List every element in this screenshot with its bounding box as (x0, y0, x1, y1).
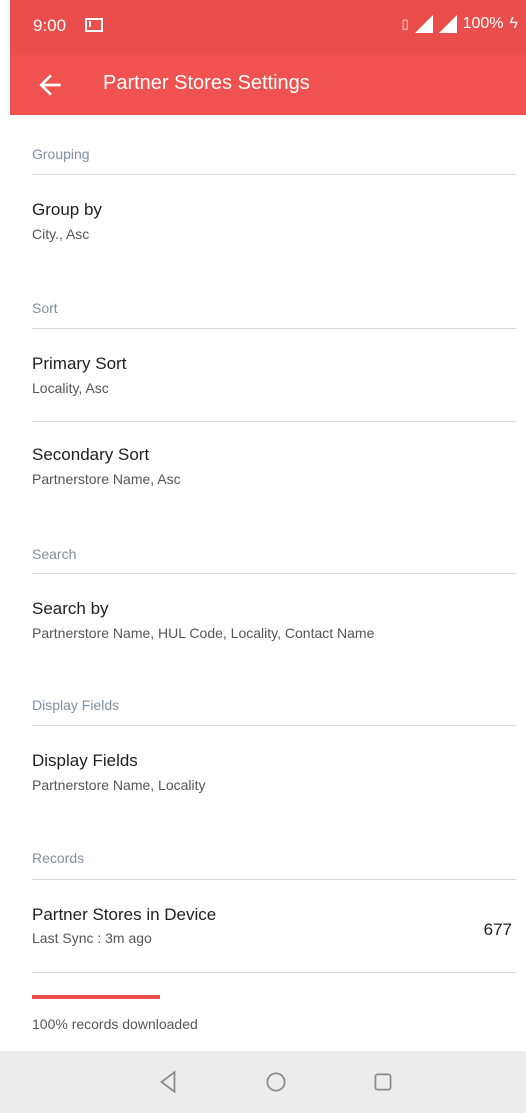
system-nav-bar (0, 1051, 526, 1113)
app-bar: Partner Stores Settings (10, 55, 526, 115)
arrow-left-icon[interactable] (34, 69, 66, 101)
divider (32, 879, 516, 880)
divider (32, 328, 516, 329)
divider (32, 573, 516, 574)
item-subtitle: City., Asc (32, 226, 90, 242)
status-indicators: ▯ 100% ϟ (401, 15, 518, 33)
divider (32, 725, 516, 726)
section-header-grouping: Grouping (32, 146, 90, 162)
item-title: Search by (32, 599, 109, 618)
status-bar: 9:00 ▯ 100% ϟ (10, 0, 526, 55)
section-header-search: Search (32, 546, 77, 562)
divider (32, 421, 516, 422)
item-title: Partner Stores in Device (32, 905, 217, 924)
signal-icon (438, 15, 457, 33)
section-header-records: Records (32, 850, 85, 866)
section-header-sort: Sort (32, 300, 58, 316)
item-title: Group by (32, 200, 102, 219)
battery-percent: 100% (462, 15, 504, 32)
app-frame: 9:00 ▯ 100% ϟ Partner Stores Settings Gr… (10, 0, 526, 1113)
signal-4g-icon (414, 15, 433, 33)
divider (32, 174, 516, 175)
back-triangle-icon[interactable] (155, 1069, 181, 1095)
item-title: Display Fields (32, 751, 138, 770)
item-subtitle: Locality, Asc (32, 380, 109, 396)
section-header-display-fields: Display Fields (32, 697, 120, 713)
divider (32, 972, 516, 973)
item-subtitle: Partnerstore Name, HUL Code, Locality, C… (32, 625, 375, 641)
page-title: Partner Stores Settings (103, 72, 310, 94)
status-time: 9:00 (33, 16, 67, 35)
item-title: Primary Sort (32, 354, 127, 373)
record-count: 677 (483, 920, 512, 939)
recents-square-icon[interactable] (370, 1069, 396, 1095)
progress-label: 100% records downloaded (32, 1016, 198, 1032)
charging-icon: ϟ (509, 15, 518, 32)
item-title: Secondary Sort (32, 445, 150, 464)
home-circle-icon[interactable] (263, 1069, 289, 1095)
item-subtitle: Partnerstore Name, Asc (32, 471, 181, 487)
vibrate-icon: ▯ (401, 16, 409, 31)
download-progress-bar (32, 995, 160, 999)
item-subtitle: Partnerstore Name, Locality (32, 777, 206, 793)
item-subtitle: Last Sync : 3m ago (32, 930, 152, 946)
mail-notification-icon (85, 18, 103, 32)
